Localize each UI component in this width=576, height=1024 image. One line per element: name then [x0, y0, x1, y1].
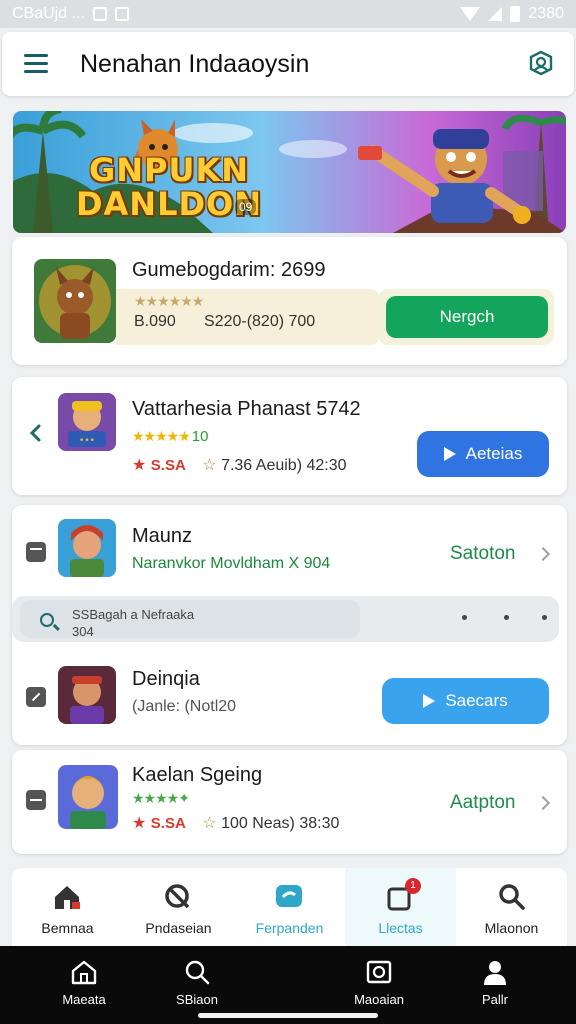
list-item[interactable]: ••• Vattarhesia Phanast 5742 ★★★★★ 10 ★ S…	[12, 377, 567, 495]
tab-alerts[interactable]: 1 Llectas	[345, 868, 456, 946]
item-button-label: Aeteias	[465, 444, 523, 463]
item-button-label: Saecars	[445, 691, 508, 710]
item-rating-count: 10	[191, 428, 209, 445]
item-meta: 100 Neas) 38:30	[221, 815, 340, 832]
camera-icon	[366, 960, 392, 984]
search-icon	[499, 884, 525, 910]
tab-chat[interactable]: Ferpanden	[234, 868, 345, 946]
item-price: S.SA	[150, 815, 186, 832]
item-rating: ★★★★★ 10	[132, 428, 209, 445]
tab-search[interactable]: Mlaonon	[456, 868, 567, 946]
more-options-icon[interactable]	[542, 615, 547, 620]
item-meta-row: ★ S.SA ☆ 100 Neas) 38:30	[132, 815, 340, 832]
banner-badge: 09	[235, 199, 257, 215]
home-indicator[interactable]	[198, 1013, 378, 1018]
person-icon	[484, 961, 506, 985]
status-text: CBaUjd ...	[12, 5, 85, 22]
nav-profile[interactable]: Pallr	[423, 946, 567, 1024]
item-action-button[interactable]: Saecars	[382, 678, 549, 724]
battery-icon	[510, 6, 521, 22]
tab-home[interactable]: Bemnaa	[12, 868, 123, 946]
status-bar: CBaUjd ... 2380	[0, 0, 576, 28]
item-action-link[interactable]: Satoton	[450, 543, 516, 565]
item-action-button[interactable]: Aeteias	[417, 431, 549, 477]
send-arrow-icon	[423, 694, 436, 708]
item-title: Deinqia	[132, 668, 200, 690]
featured-action-button[interactable]: Nergch	[386, 296, 548, 338]
item-title: Maunz	[132, 525, 193, 547]
item-action-link[interactable]: Aatpton	[450, 792, 516, 814]
status-left: CBaUjd ...	[12, 5, 129, 23]
list-item[interactable]: Deinqia (Janle: (Notl20 Saecars	[12, 648, 567, 744]
featured-rating-stars: ★★★★★★	[134, 293, 204, 309]
home-icon	[55, 886, 80, 909]
bottom-tab-bar: Bemnaa Pndaseian Ferpanden 1 Llectas Mla…	[12, 868, 567, 946]
image-icon	[114, 7, 129, 21]
tab-label: Bemnaa	[41, 920, 94, 936]
tab-label: Llectas	[378, 920, 423, 936]
nav-label: SBiaon	[176, 992, 218, 1007]
chevron-right-icon[interactable]	[535, 795, 551, 811]
list-item[interactable]: Kaelan Sgeing ★★★★✦ ★ S.SA ☆ 100 Neas) 3…	[12, 750, 567, 854]
featured-title: Gumebogdarim: 2699	[132, 259, 326, 281]
chat-icon	[276, 885, 302, 907]
page-title: Nenahan Indaaoysin	[80, 50, 310, 78]
tab-label: Mlaonon	[484, 920, 539, 936]
featured-meta-left: B.090	[134, 313, 176, 330]
list-icon[interactable]	[26, 542, 46, 562]
search-bar: SSBagah a Nefraaka 304	[12, 596, 559, 642]
tag-icon[interactable]	[26, 687, 46, 707]
nav-label: Pallr	[481, 992, 508, 1007]
item-thumbnail	[58, 666, 116, 724]
tab-label: Ferpanden	[255, 920, 324, 936]
profile-search-icon[interactable]	[528, 50, 554, 76]
item-title: Kaelan Sgeing	[132, 764, 263, 786]
search-icon	[185, 960, 210, 985]
search-icon	[40, 613, 54, 627]
tab-blocked[interactable]: Pndaseian	[123, 868, 234, 946]
item-title: Vattarhesia Phanast 5742	[132, 398, 361, 420]
item-thumbnail: •••	[58, 393, 116, 451]
item-price: S.SA	[150, 457, 186, 474]
search-line-2: 304	[72, 624, 94, 639]
featured-thumbnail	[34, 259, 116, 343]
search-text: SSBagah a Nefraaka 304	[72, 606, 194, 640]
featured-meta-mid: S220-(820) 700	[204, 313, 316, 330]
option-dot-icon[interactable]	[462, 615, 467, 620]
home-icon	[71, 960, 97, 985]
notification-icon	[92, 7, 107, 21]
menu-icon[interactable]	[24, 54, 48, 74]
search-input[interactable]: SSBagah a Nefraaka 304	[20, 600, 360, 640]
promo-banner[interactable]: GNPUKN DANLDON 09	[13, 111, 566, 233]
featured-button-label: Nergch	[439, 307, 495, 326]
signal-icon	[488, 7, 503, 21]
svg-text:•••: •••	[79, 436, 95, 446]
search-line-1: SSBagah a Nefraaka	[72, 607, 195, 622]
app-bar: Nenahan Indaaoysin	[2, 32, 574, 96]
chevron-right-icon[interactable]	[535, 546, 551, 562]
send-arrow-icon	[443, 447, 456, 461]
item-meta: 7.36 Aeuib) 42:30	[221, 457, 347, 474]
status-time: 2380	[528, 5, 564, 22]
status-right: 2380	[460, 5, 564, 23]
wifi-icon	[460, 7, 481, 21]
item-subtitle: (Janle: (Notl20	[132, 698, 237, 715]
item-meta-row: ★ S.SA ☆ 7.36 Aeuib) 42:30	[132, 457, 347, 474]
no-entry-icon	[165, 884, 190, 909]
featured-card[interactable]: Gumebogdarim: 2699 ★★★★★★ B.090 S220-(82…	[12, 237, 567, 365]
item-subtitle: Naranvkor Movldham X 904	[132, 555, 331, 572]
item-rating: ★★★★✦	[132, 790, 190, 806]
tab-label: Pndaseian	[145, 920, 212, 936]
notification-badge: 1	[405, 878, 421, 894]
item-thumbnail	[58, 519, 116, 577]
item-thumbnail	[58, 765, 118, 829]
back-chevron-icon[interactable]	[26, 423, 46, 443]
option-dot-icon[interactable]	[504, 615, 509, 620]
list-icon[interactable]	[26, 790, 46, 810]
